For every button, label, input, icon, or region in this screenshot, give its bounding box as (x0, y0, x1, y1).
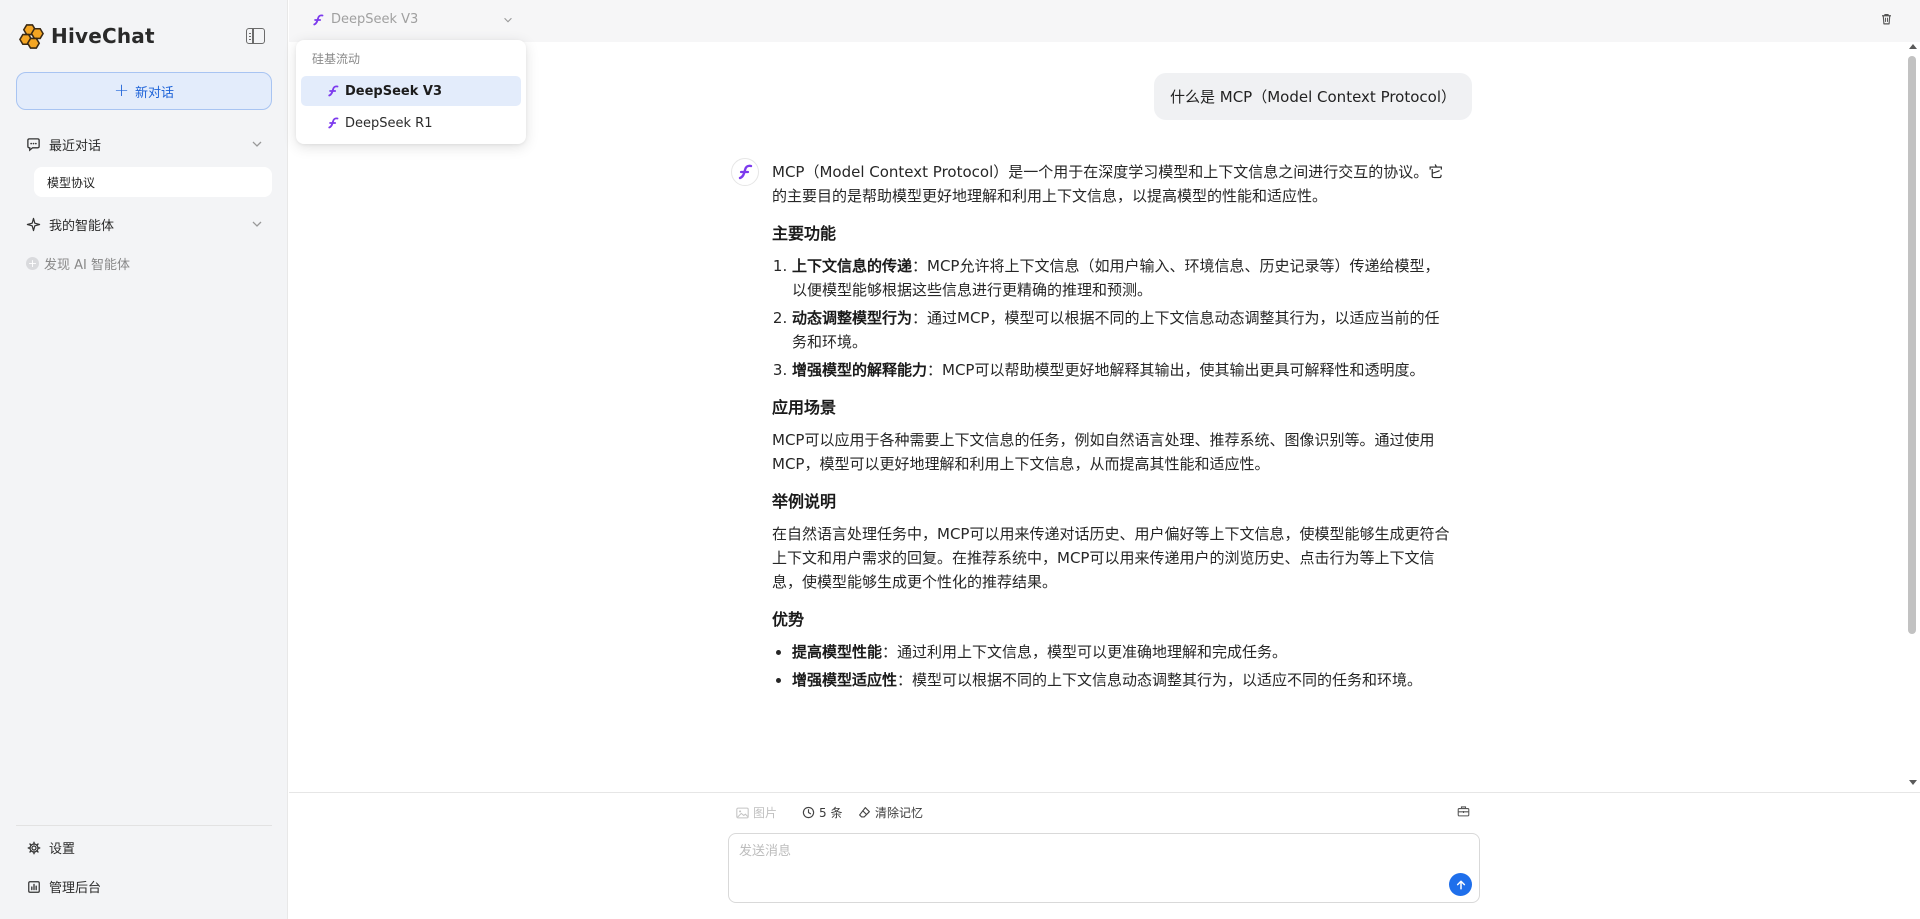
new-chat-button[interactable]: + 新对话 (16, 72, 272, 110)
arrow-up-icon (1456, 880, 1465, 889)
image-upload-button[interactable]: 图片 (736, 804, 777, 821)
hive-logo-icon (19, 23, 44, 49)
image-label: 图片 (753, 806, 778, 820)
answer-heading-features: 主要功能 (772, 224, 837, 243)
answer-example: 在自然语言处理任务中，MCP可以用来传递对话历史、用户偏好等上下文信息，使模型能… (772, 525, 1450, 591)
model-option-deepseek-v3[interactable]: DeepSeek V3 (301, 76, 521, 106)
list-item: 上下文信息的传递：MCP允许将上下文信息（如用户输入、环境信息、历史记录等）传递… (792, 254, 1454, 302)
answer-heading-example: 举例说明 (772, 492, 837, 511)
scroll-down-arrow-icon[interactable] (1909, 780, 1917, 785)
list-item-title: 提高模型性能 (792, 643, 883, 661)
sidebar: HiveChat + 新对话 最近对话 模型协议 我的智能体 + 发现 AI 智… (0, 0, 288, 919)
chat-bubble-icon (24, 135, 42, 153)
user-message: 什么是 MCP（Model Context Protocol） (1154, 73, 1472, 120)
clock-icon (802, 806, 815, 819)
list-item-title: 动态调整模型行为 (792, 309, 913, 327)
recent-chat-item[interactable]: 模型协议 (34, 167, 272, 197)
answer-heading-scenarios: 应用场景 (772, 398, 837, 417)
plus-circle-icon: + (26, 257, 39, 270)
message-input-box[interactable] (728, 833, 1480, 903)
model-option-deepseek-r1[interactable]: DeepSeek R1 (301, 108, 521, 138)
model-option-label: DeepSeek R1 (345, 115, 433, 131)
chevron-down-icon (504, 17, 512, 23)
scrollbar-thumb[interactable] (1908, 56, 1916, 634)
sparkle-icon (24, 215, 42, 233)
trash-icon[interactable] (1880, 12, 1893, 26)
input-divider (289, 792, 1920, 793)
chevron-down-icon[interactable] (250, 217, 264, 231)
advantages-list: 提高模型性能：通过利用上下文信息，模型可以更准确地理解和完成任务。 增强模型适应… (772, 640, 1454, 692)
answer-heading-advantages: 优势 (772, 610, 805, 629)
message-input[interactable] (739, 840, 1439, 890)
image-icon (736, 807, 749, 818)
plus-icon: + (113, 80, 130, 101)
features-list: 上下文信息的传递：MCP允许将上下文信息（如用户输入、环境信息、历史记录等）传递… (772, 254, 1454, 382)
clear-memory-label: 清除记忆 (875, 806, 924, 820)
list-item-title: 增强模型的解释能力 (792, 361, 928, 379)
top-bar (289, 0, 1920, 42)
recent-chats-section[interactable]: 最近对话 (24, 133, 264, 155)
sidebar-toggle-icon[interactable] (246, 28, 265, 44)
answer-intro: MCP（Model Context Protocol）是一个用于在深度学习模型和… (772, 163, 1444, 205)
history-count-label: 5 条 (819, 806, 843, 820)
history-count-button[interactable]: 5 条 (802, 804, 842, 821)
chevron-down-icon[interactable] (250, 137, 264, 151)
model-dropdown: 硅基流动 DeepSeek V3 DeepSeek R1 (296, 40, 526, 144)
list-item: 增强模型的解释能力：MCP可以帮助模型更好地解释其输出，使其输出更具可解释性和透… (792, 358, 1454, 382)
model-icon (328, 85, 339, 97)
discover-agents-label: 发现 AI 智能体 (44, 258, 130, 273)
send-button[interactable] (1449, 873, 1472, 896)
dashboard-icon (28, 880, 40, 893)
assistant-message: MCP（Model Context Protocol）是一个用于在深度学习模型和… (772, 160, 1454, 794)
gear-icon (27, 841, 41, 854)
admin-label: 管理后台 (49, 881, 102, 896)
selected-model-label: DeepSeek V3 (331, 12, 419, 27)
list-item-title: 上下文信息的传递 (792, 257, 913, 275)
list-item: 动态调整模型行为：通过MCP，模型可以根据不同的上下文信息动态调整其行为，以适应… (792, 306, 1454, 354)
toolbox-icon[interactable] (1457, 805, 1470, 817)
my-agents-label: 我的智能体 (49, 218, 115, 234)
eraser-icon (859, 807, 870, 818)
admin-link[interactable]: 管理后台 (27, 877, 101, 896)
clear-memory-button[interactable]: 清除记忆 (858, 804, 923, 821)
recent-chats-label: 最近对话 (49, 138, 102, 154)
list-item-text: ：模型可以根据不同的上下文信息动态调整其行为，以适应不同的任务和环境。 (897, 671, 1423, 689)
dropdown-group-label: 硅基流动 (312, 52, 361, 66)
list-item-title: 增强模型适应性 (792, 671, 898, 689)
sidebar-divider (16, 825, 272, 826)
settings-link[interactable]: 设置 (27, 838, 75, 857)
model-selector[interactable]: DeepSeek V3 (312, 12, 512, 27)
user-message-text: 什么是 MCP（Model Context Protocol） (1170, 88, 1457, 106)
recent-chat-title: 模型协议 (47, 175, 96, 190)
list-item: 增强模型适应性：模型可以根据不同的上下文信息动态调整其行为，以适应不同的任务和环… (792, 668, 1454, 692)
discover-agents-link[interactable]: + 发现 AI 智能体 (26, 254, 130, 273)
answer-scenarios: MCP可以应用于各种需要上下文信息的任务，例如自然语言处理、推荐系统、图像识别等… (772, 431, 1435, 473)
list-item-text: ：通过利用上下文信息，模型可以更准确地理解和完成任务。 (882, 643, 1288, 661)
model-icon (328, 117, 339, 129)
my-agents-section[interactable]: 我的智能体 (24, 213, 264, 235)
app-logo[interactable]: HiveChat (18, 22, 155, 50)
list-item: 提高模型性能：通过利用上下文信息，模型可以更准确地理解和完成任务。 (792, 640, 1454, 664)
new-chat-label: 新对话 (135, 85, 175, 101)
model-icon (313, 13, 324, 25)
model-option-label: DeepSeek V3 (345, 83, 443, 99)
model-icon (738, 164, 753, 180)
scroll-up-arrow-icon[interactable] (1909, 44, 1917, 49)
list-item-text: ：MCP可以帮助模型更好地解释其输出，使其输出更具可解释性和透明度。 (927, 361, 1425, 379)
assistant-avatar (731, 158, 759, 186)
app-name: HiveChat (51, 24, 155, 48)
settings-label: 设置 (49, 842, 76, 857)
